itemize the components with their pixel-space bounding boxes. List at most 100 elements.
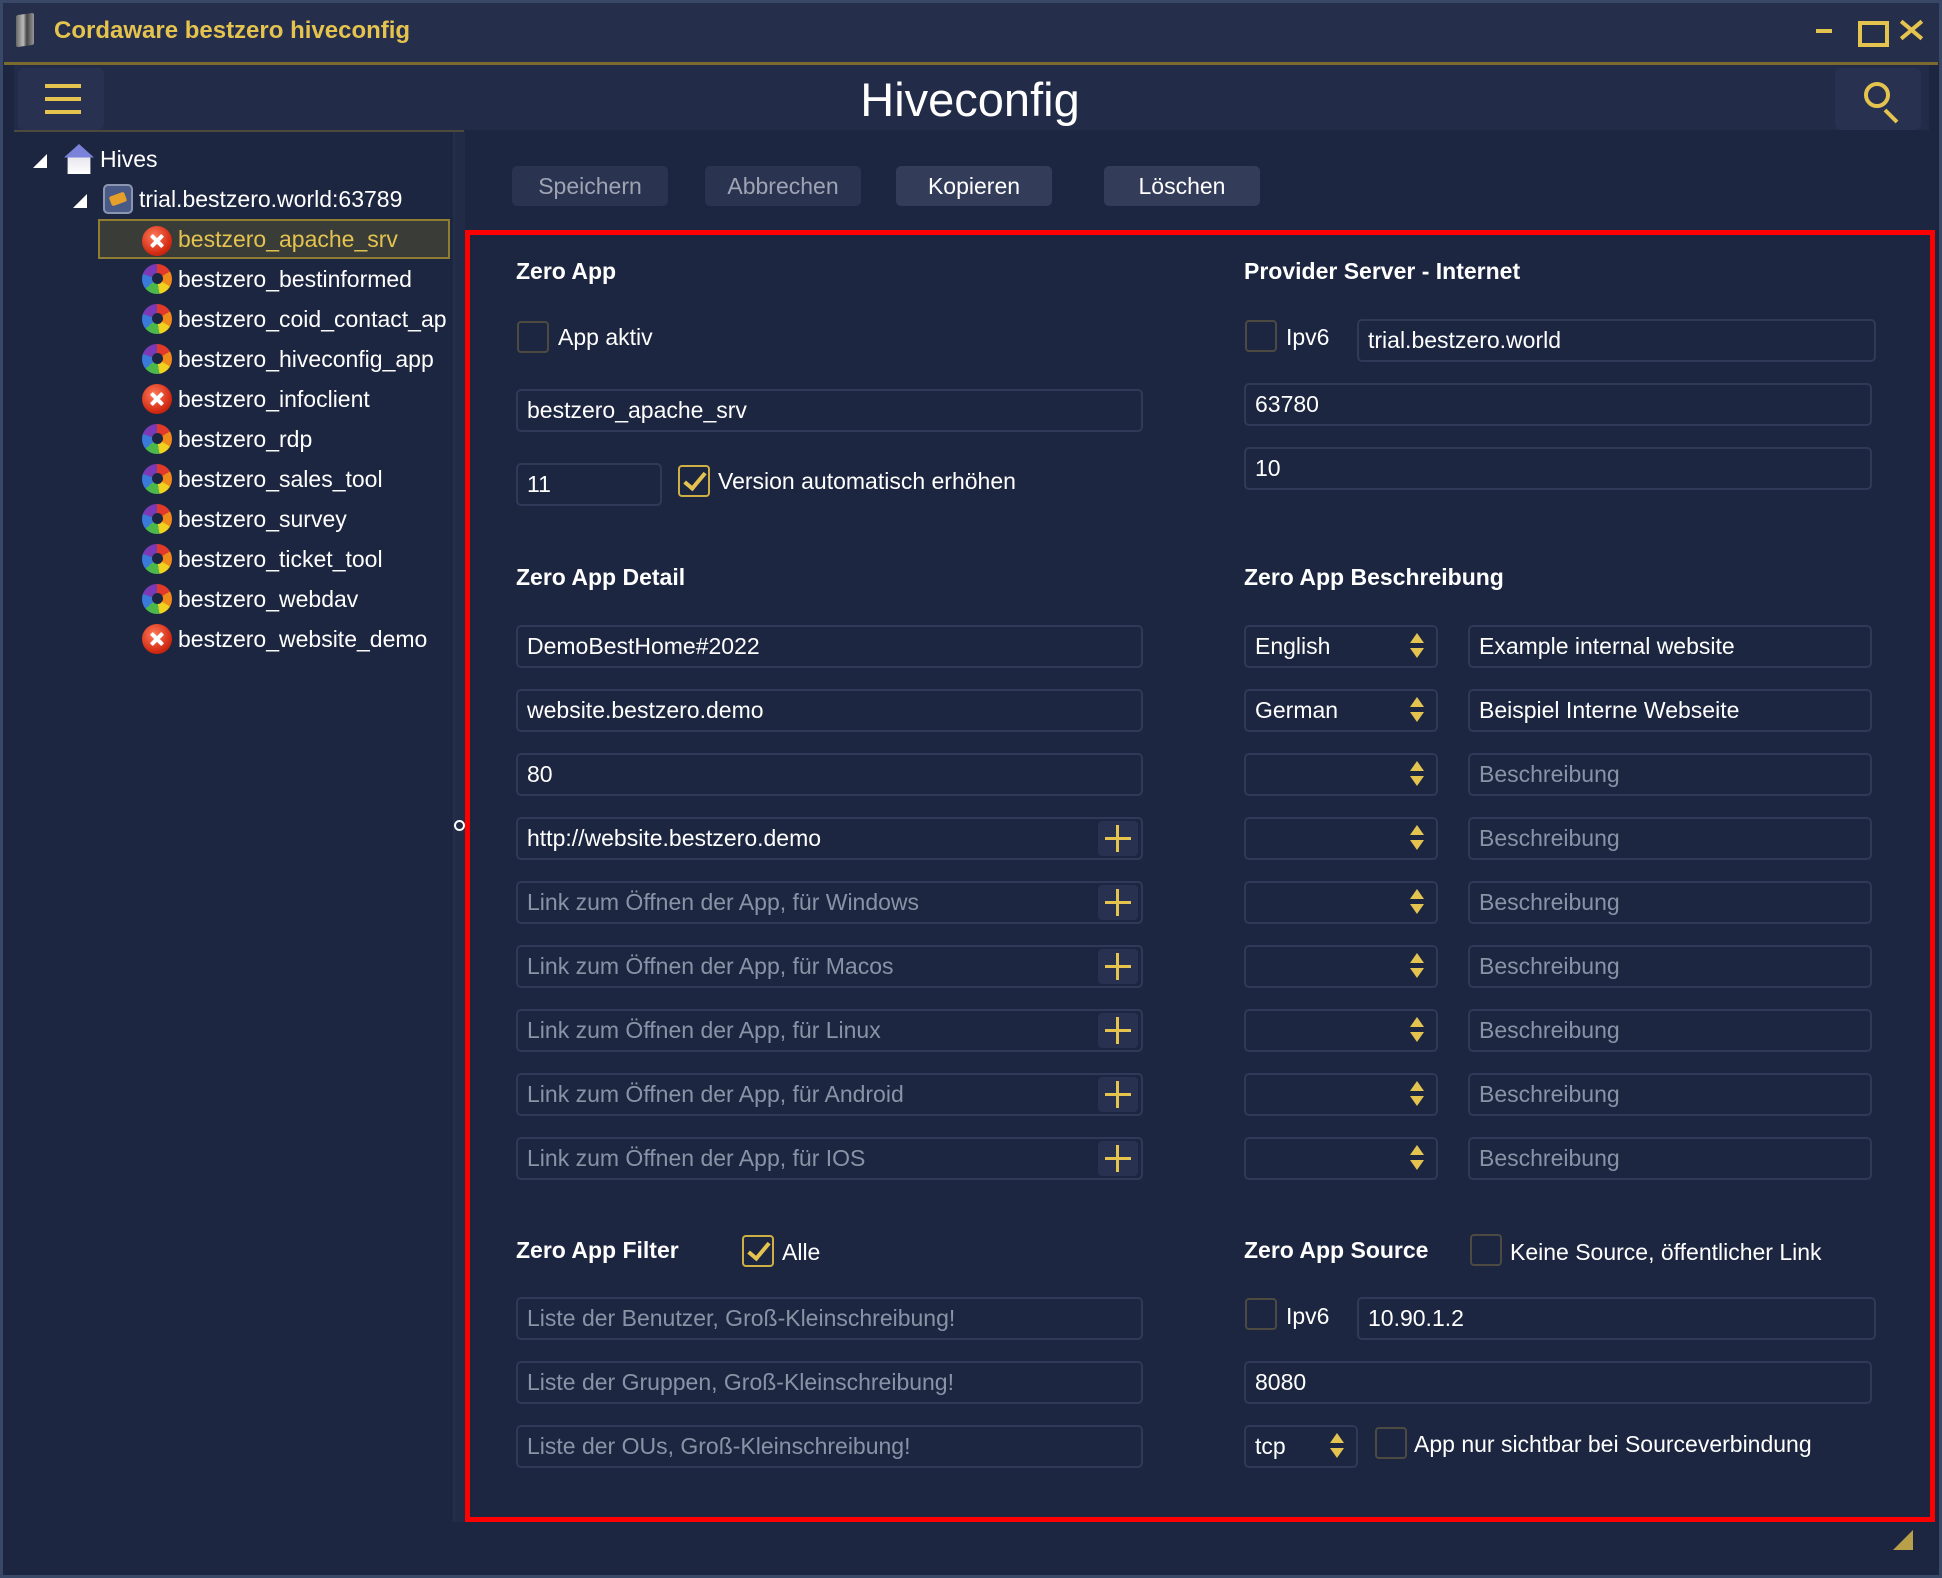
hamburger-menu-icon: [45, 97, 81, 101]
description-input[interactable]: Example internal website: [1468, 625, 1872, 668]
spin-arrows-icon[interactable]: [1330, 1433, 1344, 1461]
provider-ipv6-checkbox[interactable]: [1245, 320, 1277, 352]
plus-icon[interactable]: [1098, 821, 1138, 856]
menu-button[interactable]: [18, 68, 104, 130]
source-port-input[interactable]: 8080: [1244, 1361, 1872, 1404]
filter-ous-input[interactable]: Liste der OUs, Groß-Kleinschreibung!: [516, 1425, 1143, 1468]
spin-arrows-icon[interactable]: [1410, 1145, 1424, 1173]
version-input[interactable]: 11: [516, 463, 662, 506]
language-select[interactable]: [1244, 1073, 1438, 1116]
description-input[interactable]: Beispiel Interne Webseite: [1468, 689, 1872, 732]
spin-arrows-icon[interactable]: [1410, 633, 1424, 661]
spin-arrows-icon[interactable]: [1410, 761, 1424, 789]
tree-item-app[interactable]: bestzero_survey: [100, 499, 347, 539]
protocol-value: tcp: [1255, 1433, 1286, 1459]
tree-item-app[interactable]: bestzero_hiveconfig_app: [100, 339, 434, 379]
tree-item-server[interactable]: trial.bestzero.world:63789: [70, 179, 402, 219]
plus-icon[interactable]: [1098, 949, 1138, 984]
cancel-button[interactable]: Abbrechen: [705, 166, 861, 206]
description-input[interactable]: Beschreibung: [1468, 753, 1872, 796]
spin-arrows-icon[interactable]: [1410, 889, 1424, 917]
app-link-input[interactable]: http://website.bestzero.demo: [516, 817, 1143, 860]
plus-icon[interactable]: [1098, 1141, 1138, 1176]
description-input[interactable]: Beschreibung: [1468, 1073, 1872, 1116]
language-select[interactable]: [1244, 881, 1438, 924]
save-button[interactable]: Speichern: [512, 166, 668, 206]
filter-users-input[interactable]: Liste der Benutzer, Groß-Kleinschreibung…: [516, 1297, 1143, 1340]
app-link-input[interactable]: Link zum Öffnen der App, für Linux: [516, 1009, 1143, 1052]
app-link-input[interactable]: Link zum Öffnen der App, für Macos: [516, 945, 1143, 988]
app-link-input[interactable]: Link zum Öffnen der App, für IOS: [516, 1137, 1143, 1180]
tree-item-app[interactable]: bestzero_ticket_tool: [100, 539, 383, 579]
auto-version-checkbox[interactable]: [678, 465, 710, 497]
tree-item-app[interactable]: bestzero_infoclient: [100, 379, 370, 419]
plus-icon[interactable]: [1098, 1077, 1138, 1112]
language-select[interactable]: [1244, 945, 1438, 988]
app-active-label[interactable]: App aktiv: [558, 324, 653, 351]
tree-item-app[interactable]: bestzero_webdav: [100, 579, 358, 619]
provider-port-input[interactable]: 63780: [1244, 383, 1872, 426]
app-link-input[interactable]: Link zum Öffnen der App, für Android: [516, 1073, 1143, 1116]
app-link-input[interactable]: Link zum Öffnen der App, für Windows: [516, 881, 1143, 924]
language-select[interactable]: [1244, 753, 1438, 796]
link-placeholder: Link zum Öffnen der App, für IOS: [527, 1145, 866, 1171]
description-input[interactable]: Beschreibung: [1468, 881, 1872, 924]
minimize-icon[interactable]: [1808, 14, 1840, 46]
language-select[interactable]: [1244, 1137, 1438, 1180]
source-host-input[interactable]: 10.90.1.2: [1357, 1297, 1876, 1340]
language-select[interactable]: English: [1244, 625, 1438, 668]
source-ipv6-label[interactable]: Ipv6: [1286, 1303, 1329, 1330]
language-select[interactable]: [1244, 1009, 1438, 1052]
filter-groups-input[interactable]: Liste der Gruppen, Groß-Kleinschreibung!: [516, 1361, 1143, 1404]
tree-item-app[interactable]: bestzero_website_demo: [100, 619, 427, 659]
detail-host-input[interactable]: website.bestzero.demo: [516, 689, 1143, 732]
description-input[interactable]: Beschreibung: [1468, 945, 1872, 988]
plus-icon[interactable]: [1098, 885, 1138, 920]
tree-item-app[interactable]: bestzero_apache_srv: [98, 219, 450, 259]
provider-value-input[interactable]: 10: [1244, 447, 1872, 490]
app-active-checkbox[interactable]: [517, 321, 549, 353]
detail-port-input[interactable]: 80: [516, 753, 1143, 796]
source-ipv6-checkbox[interactable]: [1245, 1298, 1277, 1330]
delete-button[interactable]: Löschen: [1104, 166, 1260, 206]
provider-ipv6-label[interactable]: Ipv6: [1286, 324, 1329, 351]
spin-arrows-icon[interactable]: [1410, 953, 1424, 981]
protocol-select[interactable]: tcp: [1244, 1425, 1358, 1468]
description-input[interactable]: Beschreibung: [1468, 817, 1872, 860]
app-status-icon: [142, 304, 172, 334]
filter-all-label[interactable]: Alle: [782, 1239, 820, 1266]
language-select[interactable]: German: [1244, 689, 1438, 732]
spin-arrows-icon[interactable]: [1410, 825, 1424, 853]
plus-icon[interactable]: [1098, 1013, 1138, 1048]
language-select[interactable]: [1244, 817, 1438, 860]
tree-item-app[interactable]: bestzero_bestinformed: [100, 259, 412, 299]
copy-button[interactable]: Kopieren: [896, 166, 1052, 206]
tree-item-hives[interactable]: Hives: [30, 139, 158, 179]
no-source-label[interactable]: Keine Source, öffentlicher Link: [1510, 1239, 1822, 1266]
maximize-icon[interactable]: [1854, 14, 1889, 47]
expand-arrow-icon[interactable]: [33, 154, 47, 168]
close-icon[interactable]: [1896, 14, 1928, 46]
tree-item-app[interactable]: bestzero_sales_tool: [100, 459, 383, 499]
spin-arrows-icon[interactable]: [1410, 1081, 1424, 1109]
splitter-handle[interactable]: [454, 820, 465, 831]
description-input[interactable]: Beschreibung: [1468, 1009, 1872, 1052]
error-status-icon: [142, 624, 172, 654]
expand-arrow-icon[interactable]: [73, 194, 87, 208]
provider-host-input[interactable]: trial.bestzero.world: [1357, 319, 1876, 362]
source-visible-checkbox[interactable]: [1375, 1427, 1407, 1459]
spin-arrows-icon[interactable]: [1410, 1017, 1424, 1045]
no-source-checkbox[interactable]: [1470, 1234, 1502, 1266]
detail-password-input[interactable]: DemoBestHome#2022: [516, 625, 1143, 668]
auto-version-label[interactable]: Version automatisch erhöhen: [718, 468, 1016, 495]
filter-all-checkbox[interactable]: [742, 1235, 774, 1267]
tree-item-app[interactable]: bestzero_coid_contact_ap: [100, 299, 447, 339]
search-button[interactable]: [1835, 68, 1921, 130]
resize-grip-icon[interactable]: [1893, 1530, 1913, 1550]
source-visible-label[interactable]: App nur sichtbar bei Sourceverbindung: [1414, 1431, 1812, 1458]
description-input[interactable]: Beschreibung: [1468, 1137, 1872, 1180]
spin-arrows-icon[interactable]: [1410, 697, 1424, 725]
app-name-input[interactable]: bestzero_apache_srv: [516, 389, 1143, 432]
zero-app-detail-section-title: Zero App Detail: [516, 564, 686, 590]
tree-item-app[interactable]: bestzero_rdp: [100, 419, 312, 459]
